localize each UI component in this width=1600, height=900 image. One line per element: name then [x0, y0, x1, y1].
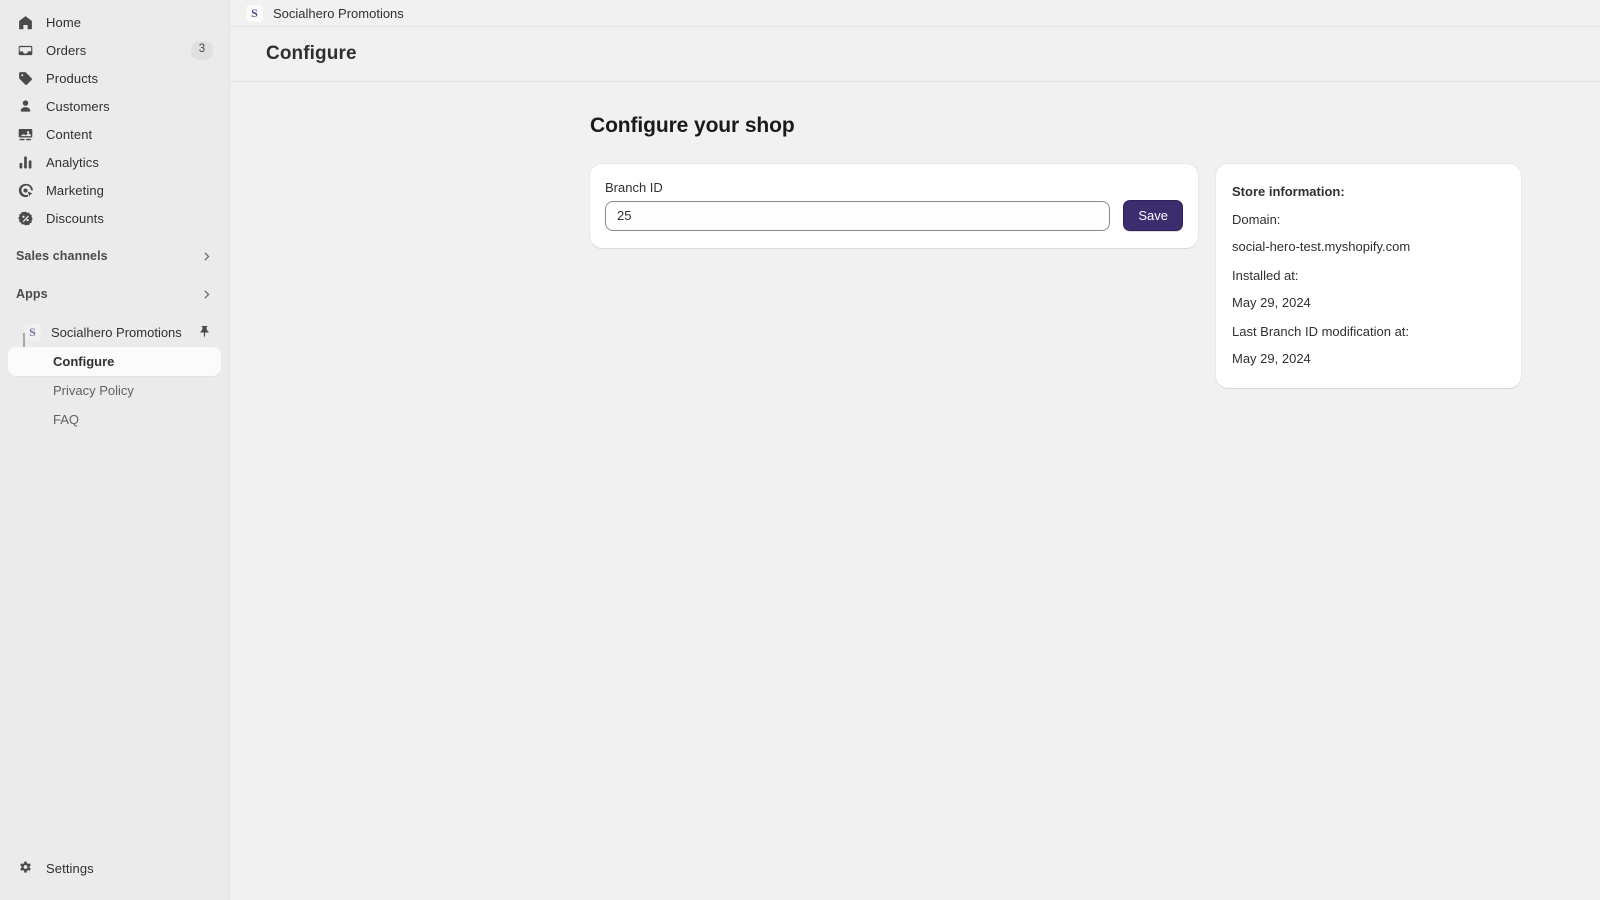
sidebar-footer: Settings [0, 854, 229, 900]
chevron-right-icon [199, 249, 213, 263]
sidebar-subitem-faq[interactable]: FAQ [8, 405, 221, 434]
pin-icon[interactable] [197, 324, 213, 340]
subitem-label: Configure [53, 354, 115, 369]
branch-id-input[interactable] [605, 200, 1111, 231]
app-root: Home Orders 3 Products Customers Content… [0, 0, 1600, 900]
cards-row: Branch ID Save Store information: Domain… [590, 164, 1600, 388]
sidebar-item-marketing[interactable]: Marketing [8, 176, 221, 204]
product-tag-icon [16, 69, 34, 87]
section-heading: Configure your shop [590, 114, 795, 137]
subitem-label: FAQ [53, 412, 80, 427]
app-topbar: S Socialhero Promotions [230, 0, 1600, 27]
sidebar-item-orders[interactable]: Orders 3 [8, 36, 221, 64]
settings-label: Settings [46, 860, 94, 876]
sidebar-item-label: Discounts [46, 210, 104, 226]
last-modification-value: May 29, 2024 [1232, 351, 1311, 366]
app-logo-icon: S [246, 4, 263, 22]
installed-at-label: Installed at: [1232, 268, 1299, 283]
store-info-installed-group: Installed at: May 29, 2024 [1232, 268, 1501, 310]
sidebar-item-products[interactable]: Products [8, 64, 221, 92]
sidebar-subitem-configure[interactable]: Configure [8, 347, 221, 376]
main-sidebar: Home Orders 3 Products Customers Content… [0, 0, 230, 900]
installed-at-value: May 29, 2024 [1232, 295, 1311, 310]
discount-percent-icon [16, 209, 34, 227]
content-scroll-area[interactable]: Configure your shop Branch ID Save Store… [230, 82, 1600, 900]
sidebar-item-customers[interactable]: Customers [8, 92, 221, 120]
orders-count-badge: 3 [191, 40, 213, 60]
app-topbar-title: Socialhero Promotions [273, 5, 404, 21]
orders-inbox-icon [16, 41, 34, 59]
home-icon [16, 13, 34, 31]
sidebar-item-content[interactable]: Content [8, 120, 221, 148]
branch-id-form-card: Branch ID Save [590, 164, 1198, 248]
domain-label: Domain: [1232, 212, 1281, 227]
sidebar-item-label: Customers [46, 98, 110, 114]
sales-channels-label: Sales channels [16, 249, 108, 263]
save-button[interactable]: Save [1123, 200, 1183, 231]
sidebar-item-socialhero-promotions[interactable]: S Socialhero Promotions [8, 318, 221, 346]
apps-label: Apps [16, 287, 48, 301]
sidebar-item-label: Marketing [46, 182, 104, 198]
sidebar-item-label: Home [46, 14, 82, 30]
sidebar-item-label: Analytics [46, 154, 99, 170]
app-logo-icon: S [24, 323, 41, 341]
customer-person-icon [16, 97, 34, 115]
primary-nav-list: Home Orders 3 Products Customers Content… [0, 8, 229, 232]
chevron-right-icon [199, 287, 213, 301]
sidebar-item-label: Content [46, 126, 93, 142]
app-subnav: Configure Privacy Policy FAQ [0, 333, 229, 434]
page-title: Configure [266, 43, 357, 64]
sidebar-subitem-privacy-policy[interactable]: Privacy Policy [8, 376, 221, 405]
sidebar-section-apps[interactable]: Apps [8, 280, 221, 308]
sidebar-item-label: Products [46, 70, 99, 86]
subitem-label: Privacy Policy [53, 383, 134, 398]
sidebar-item-home[interactable]: Home [8, 8, 221, 36]
store-info-modified-group: Last Branch ID modification at: May 29, … [1232, 324, 1501, 366]
marketing-target-icon [16, 181, 34, 199]
main-area: S Socialhero Promotions Configure Config… [230, 0, 1600, 900]
store-info-title: Store information: [1232, 184, 1345, 199]
page-header-bar: Configure [230, 27, 1600, 82]
branch-id-label: Branch ID [605, 180, 663, 195]
sidebar-item-settings[interactable]: Settings [8, 854, 221, 882]
branch-id-field-row: Save [605, 200, 1183, 231]
analytics-bars-icon [16, 153, 34, 171]
content-image-icon [16, 125, 34, 143]
sidebar-item-analytics[interactable]: Analytics [8, 148, 221, 176]
content-inner: Configure your shop Branch ID Save Store… [230, 114, 1600, 388]
sidebar-item-discounts[interactable]: Discounts [8, 204, 221, 232]
sidebar-item-label: Orders [46, 42, 87, 58]
app-entry-label: Socialhero Promotions [51, 324, 182, 340]
sidebar-section-sales-channels[interactable]: Sales channels [8, 242, 221, 270]
gear-icon [16, 859, 34, 877]
domain-value: social-hero-test.myshopify.com [1232, 239, 1411, 254]
last-modification-label: Last Branch ID modification at: [1232, 324, 1410, 339]
store-information-card: Store information: Domain: social-hero-t… [1216, 164, 1521, 388]
store-info-domain-group: Domain: social-hero-test.myshopify.com [1232, 212, 1501, 254]
